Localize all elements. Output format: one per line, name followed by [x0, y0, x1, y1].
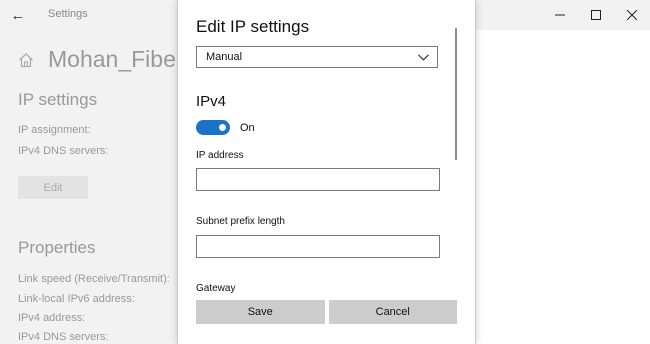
subnet-prefix-input[interactable] [196, 235, 440, 258]
save-button[interactable]: Save [196, 300, 325, 324]
cancel-button[interactable]: Cancel [328, 300, 457, 324]
properties-ipv4-dns-label: IPv4 DNS servers: [18, 331, 109, 343]
network-name: Mohan_Fibern [48, 46, 197, 72]
ipv4-address-label: IPv4 address: [18, 312, 86, 324]
ipv4-dns-label: IPv4 DNS servers: [18, 145, 109, 157]
properties-heading: Properties [18, 238, 96, 257]
ipv4-toggle-row: On [196, 120, 255, 135]
close-icon [627, 10, 637, 20]
minimize-icon [555, 14, 565, 16]
ipv4-heading: IPv4 [196, 93, 227, 110]
edit-button[interactable]: Edit [18, 176, 88, 199]
ip-assignment-label: IP assignment: [18, 124, 91, 136]
home-icon[interactable] [18, 52, 34, 68]
toggle-knob [219, 124, 226, 131]
back-arrow-icon: ← [10, 6, 26, 24]
dialog-title: Edit IP settings [196, 17, 310, 36]
link-speed-label: Link speed (Receive/Transmit): [18, 273, 170, 285]
window-title: Settings [48, 8, 88, 20]
ip-address-input[interactable] [196, 168, 440, 191]
ip-mode-value: Manual [206, 51, 243, 63]
gateway-label: Gateway [196, 283, 236, 294]
link-local-ipv6-label: Link-local IPv6 address: [18, 293, 135, 305]
dialog-footer: Save Cancel [196, 300, 457, 324]
maximize-icon [591, 10, 601, 20]
ip-address-label: IP address [196, 150, 244, 161]
back-button[interactable]: ← [6, 4, 30, 26]
window-controls [542, 0, 650, 30]
close-button[interactable] [614, 0, 650, 30]
right-pane [474, 30, 650, 344]
edit-ip-dialog: Edit IP settings Manual IPv4 On IP addre… [177, 0, 476, 344]
ip-mode-dropdown[interactable]: Manual [196, 46, 438, 68]
page-header: Mohan_Fibern [18, 46, 196, 73]
subnet-prefix-label: Subnet prefix length [196, 216, 285, 227]
ip-settings-heading: IP settings [18, 90, 98, 109]
ipv4-toggle-label: On [240, 121, 255, 134]
maximize-button[interactable] [578, 0, 614, 30]
chevron-down-icon [418, 53, 429, 61]
dialog-scrollbar[interactable] [455, 28, 457, 160]
minimize-button[interactable] [542, 0, 578, 30]
ipv4-toggle[interactable] [196, 120, 230, 135]
